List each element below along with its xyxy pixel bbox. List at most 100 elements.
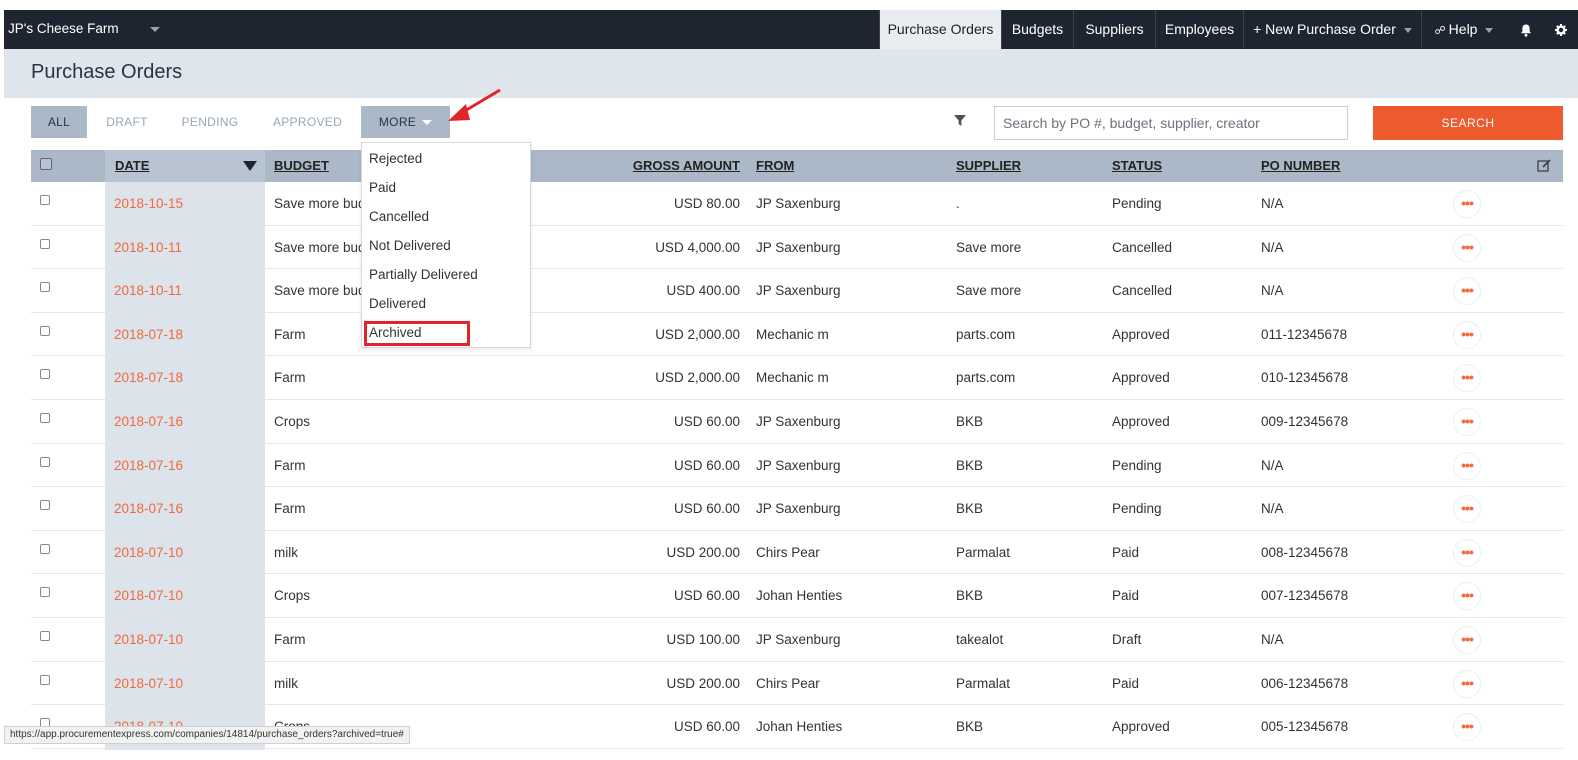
row-actions-more-icon[interactable]: ••• <box>1453 277 1481 306</box>
table-row[interactable]: 2018-10-15 Save more budget USD 80.00 JP Sa… <box>31 182 1563 226</box>
nav-new-purchase-order[interactable]: + New Purchase Order <box>1243 10 1421 49</box>
more-status-dropdown: Rejected Paid Cancelled Not Delivered Pa… <box>361 142 531 348</box>
row-checkbox[interactable] <box>40 587 50 598</box>
column-gross-amount[interactable]: GROSS AMOUNT <box>591 150 740 182</box>
row-actions-more-icon[interactable]: ••• <box>1453 626 1481 654</box>
table-row[interactable]: 2018-07-10 milk USD 200.00 Chirs Pear Parmal… <box>31 662 1563 706</box>
row-gross-amount: USD 100.00 <box>666 632 740 647</box>
row-actions-more-icon[interactable]: ••• <box>1453 408 1481 436</box>
menu-item-cancelled[interactable]: Cancelled <box>369 209 429 224</box>
row-actions-more-icon[interactable]: ••• <box>1453 233 1481 262</box>
help-icon: ☍ <box>1434 25 1446 37</box>
column-status[interactable]: STATUS <box>1112 150 1162 182</box>
row-date[interactable]: 2018-07-10 <box>114 618 264 662</box>
row-gross-amount: USD 200.00 <box>666 675 740 691</box>
menu-item-paid[interactable]: Paid <box>369 180 396 195</box>
column-po-number[interactable]: PO NUMBER <box>1261 150 1340 182</box>
tab-more[interactable]: MORE <box>361 106 450 138</box>
row-from: JP Saxenburg <box>756 501 841 517</box>
table-row[interactable]: 2018-07-16 Farm USD 60.00 JP Saxenburg BKB Pe… <box>31 487 1563 531</box>
row-checkbox[interactable] <box>40 413 50 423</box>
row-status: Paid <box>1112 544 1140 560</box>
row-supplier: Parmalat <box>956 544 1011 560</box>
menu-item-not-delivered[interactable]: Not Delivered <box>369 238 451 253</box>
nav-purchase-orders[interactable]: Purchase Orders <box>879 10 1001 49</box>
row-date[interactable]: 2018-07-10 <box>114 531 264 575</box>
row-from: Mechanic m <box>756 370 829 386</box>
row-checkbox[interactable] <box>40 543 50 554</box>
sort-desc-icon[interactable] <box>243 161 257 171</box>
settings-gear-icon[interactable] <box>1543 10 1578 49</box>
row-actions-more-icon[interactable]: ••• <box>1453 582 1481 611</box>
tab-all[interactable]: ALL <box>31 106 87 138</box>
row-date[interactable]: 2018-07-18 <box>114 313 264 357</box>
row-checkbox[interactable] <box>40 325 50 336</box>
column-from[interactable]: FROM <box>756 150 794 182</box>
row-checkbox[interactable] <box>40 282 50 293</box>
help-label: Help <box>1448 21 1478 37</box>
table-row[interactable]: 2018-07-18 Farm USD 2,000.00 Mechanic m part… <box>31 313 1563 357</box>
row-checkbox[interactable] <box>40 631 50 641</box>
select-all-checkbox[interactable] <box>40 158 52 170</box>
search-button[interactable]: SEARCH <box>1373 106 1563 140</box>
row-supplier: parts.com <box>956 326 1016 342</box>
browser-status-url: https://app.procurementexpress.com/compa… <box>4 726 410 744</box>
row-actions-more-icon[interactable]: ••• <box>1453 713 1481 742</box>
row-checkbox[interactable] <box>40 195 50 205</box>
row-date[interactable]: 2018-07-16 <box>114 400 264 444</box>
row-checkbox[interactable] <box>40 238 50 249</box>
nav-budgets[interactable]: Budgets <box>1001 10 1073 49</box>
edit-columns-icon[interactable] <box>1537 158 1552 173</box>
row-checkbox[interactable] <box>40 500 50 511</box>
row-supplier: BKB <box>956 588 984 604</box>
row-actions-more-icon[interactable]: ••• <box>1453 451 1481 480</box>
table-row[interactable]: 2018-10-11 Save more budget USD 4,000.00 JP… <box>31 226 1563 270</box>
filter-icon[interactable] <box>954 115 966 127</box>
notifications-bell-icon[interactable] <box>1509 10 1543 49</box>
search-input[interactable]: Search by PO #, budget, supplier, creato… <box>994 106 1348 140</box>
row-gross-amount: USD 60.00 <box>673 414 740 429</box>
row-date[interactable]: 2018-07-18 <box>114 356 264 400</box>
nav-help[interactable]: ☍ Help <box>1421 10 1506 49</box>
row-date[interactable]: 2018-07-10 <box>114 574 264 618</box>
row-checkbox[interactable] <box>40 674 50 685</box>
row-actions-more-icon[interactable]: ••• <box>1453 364 1481 393</box>
row-actions-more-icon[interactable]: ••• <box>1453 320 1481 349</box>
row-date[interactable]: 2018-07-10 <box>114 662 264 706</box>
row-actions-more-icon[interactable]: ••• <box>1453 495 1481 524</box>
menu-item-partially-delivered[interactable]: Partially Delivered <box>369 267 478 282</box>
row-from: JP Saxenburg <box>756 632 841 647</box>
table-row[interactable]: 2018-07-16 Farm USD 60.00 JP Saxenburg BKB Pe… <box>31 444 1563 488</box>
column-date[interactable]: DATE <box>105 150 265 182</box>
row-actions-more-icon[interactable]: ••• <box>1453 538 1481 567</box>
row-date[interactable]: 2018-07-16 <box>114 444 264 488</box>
column-supplier[interactable]: SUPPLIER <box>956 150 1021 182</box>
table-row[interactable]: 2018-07-18 Farm USD 2,000.00 Mechanic m part… <box>31 356 1563 400</box>
menu-item-delivered[interactable]: Delivered <box>369 296 426 311</box>
tab-approved[interactable]: APPROVED <box>266 106 349 138</box>
table-row[interactable]: 2018-07-10 milk USD 200.00 Chirs Pear Parmal… <box>31 531 1563 575</box>
nav-suppliers[interactable]: Suppliers <box>1073 10 1155 49</box>
tab-draft[interactable]: DRAFT <box>99 106 155 138</box>
table-row[interactable]: 2018-07-10 Farm USD 100.00 JP Saxenburg take… <box>31 618 1563 662</box>
company-name[interactable]: JP's Cheese Farm <box>8 21 119 36</box>
tab-pending[interactable]: PENDING <box>174 106 246 138</box>
table-row[interactable]: 2018-07-16 Crops USD 60.00 JP Saxenburg BKB A… <box>31 400 1563 444</box>
row-checkbox[interactable] <box>40 456 50 467</box>
table-row[interactable]: 2018-07-10 Crops USD 60.00 Johan Henties BKB… <box>31 574 1563 618</box>
row-actions-more-icon[interactable]: ••• <box>1453 669 1481 698</box>
company-dropdown-icon[interactable] <box>150 27 160 32</box>
row-checkbox[interactable] <box>40 369 50 380</box>
row-date[interactable]: 2018-10-11 <box>114 269 264 313</box>
row-supplier: Parmalat <box>956 675 1011 691</box>
menu-item-rejected[interactable]: Rejected <box>369 151 422 166</box>
table-row[interactable]: 2018-10-11 Save more budget USD 400.00 JP S… <box>31 269 1563 313</box>
column-budget[interactable]: BUDGET <box>274 150 329 182</box>
row-po-number: N/A <box>1261 196 1284 211</box>
row-date[interactable]: 2018-10-11 <box>114 226 264 270</box>
nav-employees[interactable]: Employees <box>1155 10 1243 49</box>
row-date[interactable]: 2018-07-16 <box>114 487 264 531</box>
row-from: JP Saxenburg <box>756 414 841 429</box>
row-actions-more-icon[interactable]: ••• <box>1453 190 1481 218</box>
row-date[interactable]: 2018-10-15 <box>114 182 264 226</box>
